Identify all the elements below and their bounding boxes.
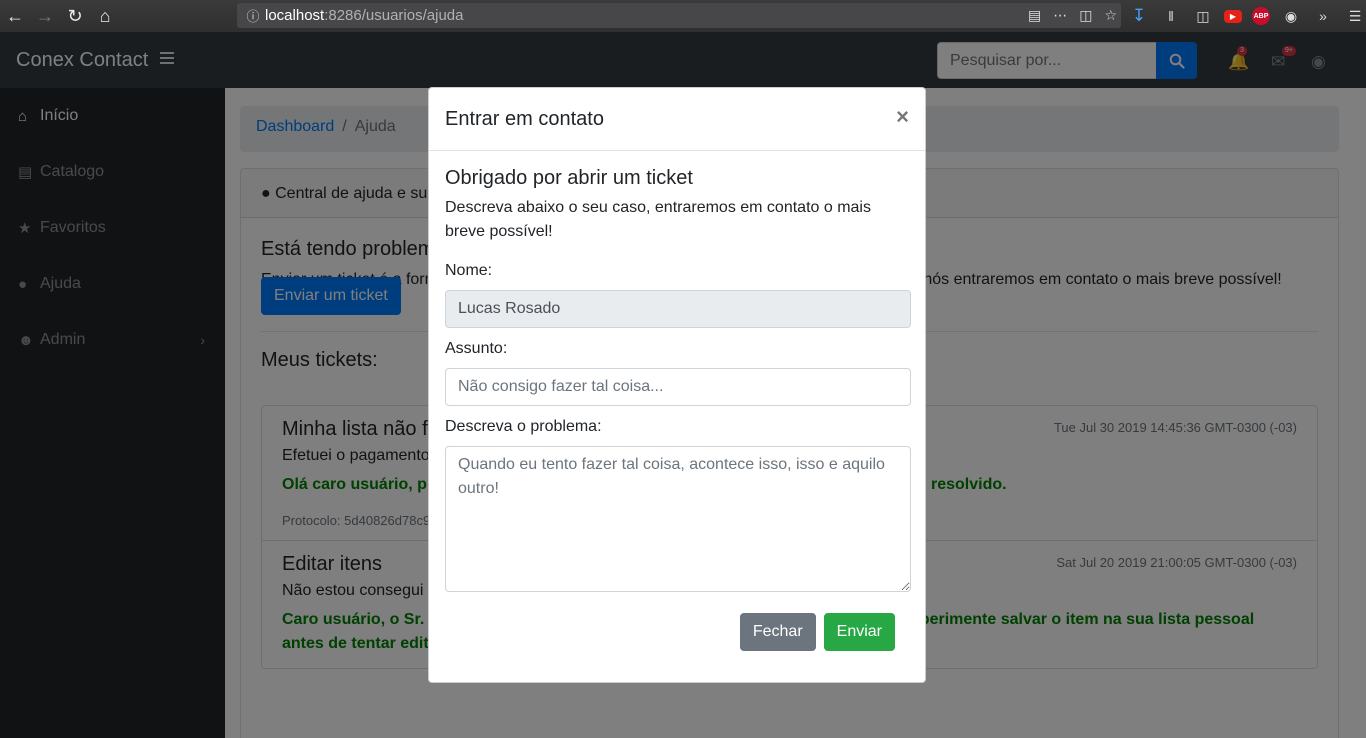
modal-heading: Obrigado por abrir um ticket xyxy=(445,167,693,189)
problem-label: Descreva o problema: xyxy=(445,418,602,435)
page-actions-icon[interactable]: ⋯ xyxy=(1053,7,1067,24)
forward-icon[interactable]: → xyxy=(30,0,60,32)
modal-title: Entrar em contato xyxy=(445,107,604,130)
close-button[interactable]: Fechar xyxy=(739,613,816,651)
url-host: localhost xyxy=(265,7,325,24)
name-label: Nome: xyxy=(445,262,493,279)
home-browser-icon[interactable]: ⌂ xyxy=(90,0,120,32)
sidebar-toggle-icon[interactable]: ◫ xyxy=(1192,5,1214,27)
info-icon[interactable]: ⓘ xyxy=(241,6,265,25)
reload-icon[interactable]: ↻ xyxy=(60,0,90,32)
url-bar[interactable]: ⓘ localhost:8286/usuarios/ajuda ▤ ⋯ ◫ ☆ xyxy=(237,3,1121,28)
pocket-icon[interactable]: ◫ xyxy=(1079,7,1092,24)
bookmark-star-icon[interactable]: ☆ xyxy=(1104,7,1117,24)
contact-modal: Entrar em contato × Obrigado por abrir u… xyxy=(428,87,926,683)
close-icon[interactable]: × xyxy=(896,104,909,130)
problem-textarea[interactable] xyxy=(445,446,911,592)
subject-label: Assunto: xyxy=(445,340,508,357)
browser-toolbar: ← → ↻ ⌂ ⓘ localhost:8286/usuarios/ajuda … xyxy=(0,0,1366,32)
send-button[interactable]: Enviar xyxy=(823,613,895,651)
back-icon[interactable]: ← xyxy=(0,0,30,32)
youtube-extension-icon[interactable]: ▶ xyxy=(1224,9,1242,23)
name-field[interactable] xyxy=(445,290,911,328)
overflow-menu-icon[interactable]: » xyxy=(1312,5,1334,27)
modal-header: Entrar em contato × xyxy=(429,88,925,151)
adblock-icon[interactable]: ABP xyxy=(1252,7,1270,25)
modal-body: Obrigado por abrir um ticket Descreva ab… xyxy=(429,151,925,608)
modal-footer: Fechar Enviar xyxy=(445,613,911,651)
reader-view-icon[interactable]: ▤ xyxy=(1028,7,1041,24)
library-icon[interactable]: ‖ xyxy=(1160,5,1182,27)
download-icon[interactable]: ↧ xyxy=(1128,5,1150,27)
extension-icon[interactable]: ◉ xyxy=(1280,5,1302,27)
hamburger-menu-icon[interactable]: ☰ xyxy=(1344,5,1366,27)
url-path: :8286/usuarios/ajuda xyxy=(324,7,464,24)
subject-field[interactable] xyxy=(445,368,911,406)
modal-description: Descreva abaixo o seu caso, entraremos e… xyxy=(445,199,871,240)
